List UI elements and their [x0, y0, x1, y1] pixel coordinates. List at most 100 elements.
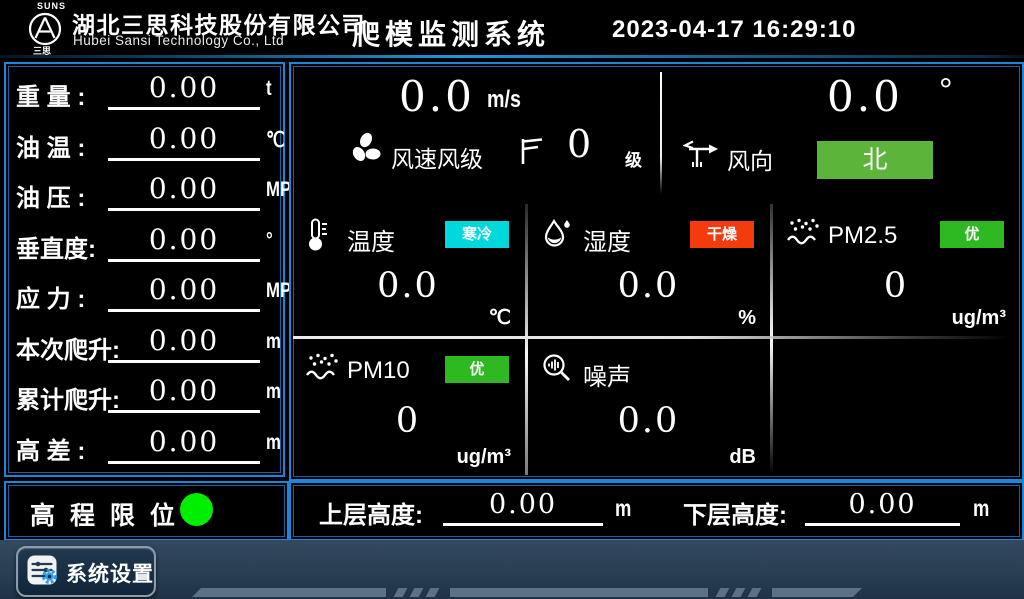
sensor-cell-pm25: PM2.5 优 0 ug/m³	[772, 204, 1020, 336]
header-bar: SUNS 三思 湖北三思科技股份有限公司 Hubei Sansi Technol…	[0, 0, 1024, 55]
system-settings-button[interactable]: 系统设置	[16, 546, 156, 597]
metric-label: 重 量 :	[16, 77, 85, 112]
gear-icon	[40, 567, 59, 586]
settings-button-label: 系统设置	[66, 558, 154, 588]
upper-height-value: 0.00	[443, 489, 603, 526]
sensor-status-badge: 干燥	[690, 221, 754, 248]
footer-bar: 系统设置	[0, 540, 1024, 599]
sensor-value: 0.0	[291, 266, 525, 306]
wind-level-unit: 级	[625, 146, 642, 171]
sensor-name: 温度	[347, 222, 395, 257]
metric-unit: m	[266, 330, 281, 354]
wind-speed-value: 0.0	[399, 72, 475, 121]
footer-stripe-slash	[410, 588, 424, 597]
elevation-limit-indicator	[180, 493, 213, 526]
metric-value: 0.00	[108, 324, 260, 363]
metric-label: 本次爬升:	[16, 330, 120, 365]
wind-level-value: 0	[567, 122, 591, 166]
footer-stripe	[772, 588, 862, 597]
sensor-cell-pm10: PM10 优 0 ug/m³	[291, 339, 525, 475]
sensor-unit: ug/m³	[952, 307, 1006, 330]
wind-speed-unit: m/s	[487, 86, 521, 114]
droplet-icon	[541, 217, 573, 249]
sensor-name: 噪声	[583, 357, 631, 392]
metric-unit: m	[266, 380, 281, 404]
wind-section-divider	[660, 72, 662, 194]
wind-direction-badge: 北	[817, 141, 933, 179]
metric-row-oil-pressure: 油 压 : 0.00 MPa	[6, 170, 283, 221]
lower-height-unit: m	[973, 495, 989, 522]
wind-direction-label: 风向	[727, 142, 773, 176]
metric-unit: ℃	[266, 128, 285, 153]
sensor-value: 0	[772, 266, 1020, 306]
metric-unit: t	[266, 77, 272, 101]
dust-icon	[786, 217, 822, 247]
footer-stripe	[450, 588, 708, 597]
sensor-value: 0.0	[527, 401, 770, 441]
dust-icon	[305, 352, 341, 382]
sensor-unit: %	[738, 307, 756, 330]
metric-value: 0.00	[108, 71, 260, 110]
company-logo-icon	[27, 11, 63, 47]
metric-row-weight: 重 量 : 0.00 t	[6, 69, 283, 120]
metric-label: 应 力 :	[16, 279, 85, 314]
metrics-panel: 重 量 : 0.00 t 油 温 : 0.00 ℃ 油 压 : 0.00 MPa…	[4, 62, 285, 477]
wind-speed-label: 风速风级	[391, 140, 483, 174]
sensor-cell-empty	[772, 339, 1020, 475]
sensor-status-badge: 优	[940, 221, 1004, 248]
metric-value: 0.00	[108, 172, 260, 211]
footer-stripe-slash	[426, 588, 440, 597]
wind-level-flag-icon	[519, 136, 545, 166]
footer-stripe-slash	[394, 588, 408, 597]
sensor-cell-humidity: 湿度 干燥 0.0 %	[527, 204, 770, 336]
metric-label: 垂直度:	[16, 229, 96, 264]
footer-stripe-slash	[748, 588, 762, 597]
sensor-unit: ℃	[489, 305, 511, 330]
sensor-cell-noise: 噪声 0.0 dB	[527, 339, 770, 475]
sensor-unit: ug/m³	[457, 446, 511, 469]
metric-value: 0.00	[108, 122, 260, 161]
thermometer-icon	[305, 217, 331, 251]
sensor-name: PM2.5	[828, 222, 897, 250]
logo-suns-text: SUNS	[37, 1, 66, 11]
metric-unit: °	[266, 229, 273, 253]
fan-icon	[347, 130, 385, 168]
header-accent-line	[0, 55, 1024, 58]
elevation-limit-panel: 高 程 限 位	[4, 481, 289, 541]
sensor-status-badge: 优	[445, 356, 509, 383]
layer-height-panel: 上层高度: 0.00 m 下层高度: 0.00 m	[289, 481, 1024, 541]
metric-label: 油 温 :	[16, 128, 85, 163]
sensor-name: 湿度	[583, 222, 631, 257]
metric-unit: m	[266, 431, 281, 455]
footer-stripe	[192, 588, 386, 597]
metric-row-stress: 应 力 : 0.00 MPa	[6, 271, 283, 322]
elevation-limit-label: 高 程 限 位	[30, 496, 179, 532]
metric-value: 0.00	[108, 374, 260, 413]
metric-label: 油 压 :	[16, 178, 85, 213]
metric-value: 0.00	[108, 273, 260, 312]
wind-vane-icon	[683, 138, 719, 170]
upper-height-unit: m	[615, 495, 631, 522]
metric-label: 累计爬升:	[16, 380, 120, 415]
sensor-status-badge: 寒冷	[445, 221, 509, 248]
metric-row-height-diff: 高 差 : 0.00 m	[6, 423, 283, 474]
sensor-unit: dB	[729, 446, 756, 469]
sensor-cell-temperature: 温度 寒冷 0.0 ℃	[291, 204, 525, 336]
lower-height-value: 0.00	[805, 489, 960, 526]
footer-stripe-slash	[732, 588, 746, 597]
metric-row-verticality: 垂直度: 0.00 °	[6, 221, 283, 272]
page-title: 爬模监测系统	[352, 13, 550, 53]
upper-height-label: 上层高度:	[319, 495, 423, 530]
sensor-name: PM10	[347, 357, 410, 385]
metric-row-total-climb: 累计爬升: 0.00 m	[6, 372, 283, 423]
metric-row-oil-temp: 油 温 : 0.00 ℃	[6, 120, 283, 171]
lower-height-label: 下层高度:	[683, 495, 787, 530]
noise-icon	[541, 352, 573, 384]
metric-value: 0.00	[108, 425, 260, 464]
metric-value: 0.00	[108, 223, 260, 262]
metric-row-current-climb: 本次爬升: 0.00 m	[6, 322, 283, 373]
wind-direction-unit: °	[939, 72, 953, 111]
environment-panel: 0.0 m/s 风速风级 0 级 0.0 °	[289, 62, 1024, 481]
monitoring-screen: SUNS 三思 湖北三思科技股份有限公司 Hubei Sansi Technol…	[0, 0, 1024, 599]
metric-label: 高 差 :	[16, 431, 85, 466]
